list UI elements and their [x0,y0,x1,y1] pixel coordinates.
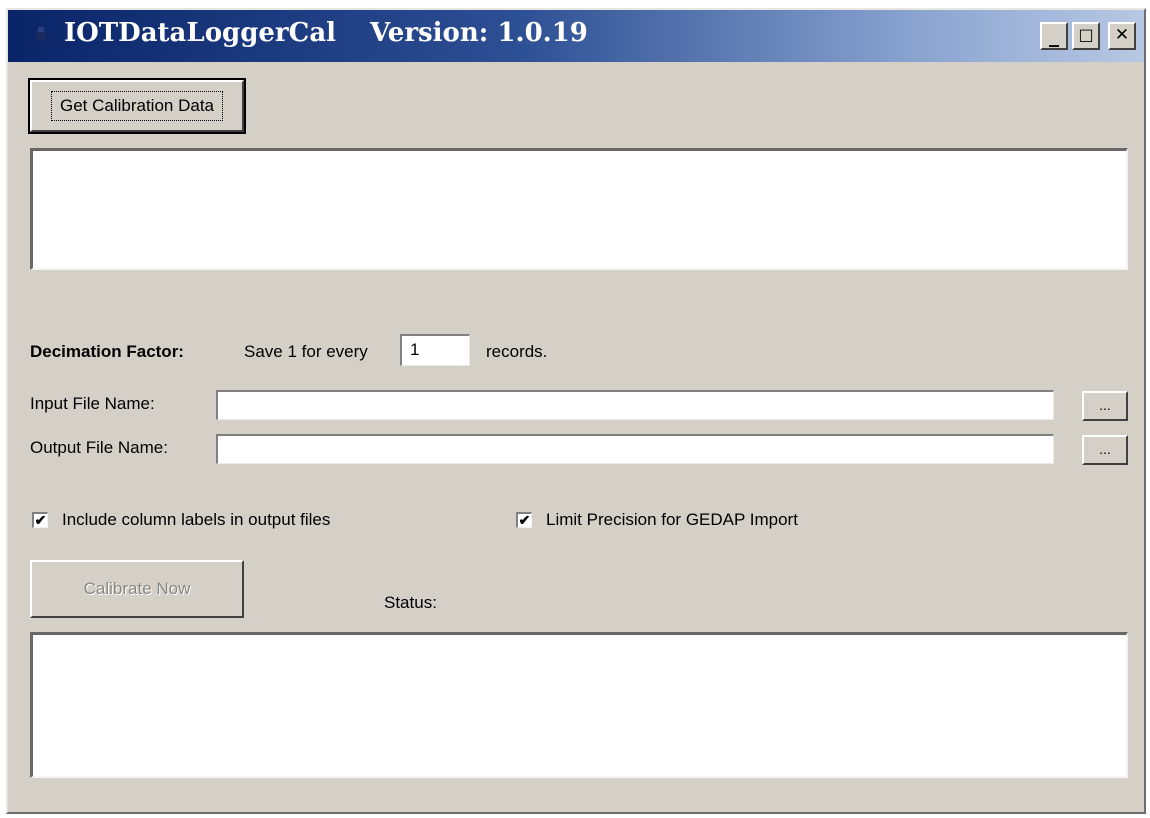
title-bar[interactable]: IOTDataLoggerCal Version: 1.0.19 _ □ ✕ [8,10,1144,62]
include-labels-checkbox[interactable]: ✔ [32,512,48,528]
status-box[interactable] [30,632,1128,778]
input-file-field[interactable] [216,390,1054,420]
minimize-icon: _ [1049,23,1059,47]
status-label: Status: [384,593,437,612]
app-icon [36,27,46,41]
close-icon: ✕ [1114,25,1130,45]
decimation-prefix-label: Save 1 for every [244,342,368,361]
checkmark-icon: ✔ [34,512,47,528]
get-calibration-data-button[interactable]: Get Calibration Data [28,78,246,134]
output-file-label: Output File Name: [30,438,168,457]
calibration-data-box[interactable] [30,148,1128,270]
app-title: IOTDataLoggerCal [64,18,337,48]
decimation-factor-label: Decimation Factor: [30,342,184,361]
input-file-label: Input File Name: [30,394,155,413]
calibrate-now-button[interactable]: Calibrate Now [30,560,244,618]
minimize-button[interactable]: _ [1040,22,1068,50]
limit-precision-checkbox[interactable]: ✔ [516,512,532,528]
maximize-icon: □ [1078,25,1094,44]
limit-precision-label[interactable]: Limit Precision for GEDAP Import [546,510,798,530]
output-file-browse-button[interactable]: ... [1082,435,1128,465]
get-calibration-data-label: Get Calibration Data [50,91,224,121]
maximize-button[interactable]: □ [1072,22,1100,50]
decimation-suffix-label: records. [486,342,548,361]
output-file-field[interactable] [216,434,1054,464]
input-file-browse-button[interactable]: ... [1082,391,1128,421]
decimation-factor-input[interactable]: 1 [400,334,470,366]
include-labels-label[interactable]: Include column labels in output files [62,510,330,530]
app-window: IOTDataLoggerCal Version: 1.0.19 _ □ ✕ G… [6,8,1146,814]
close-button[interactable]: ✕ [1108,22,1136,50]
checkmark-icon: ✔ [518,512,531,528]
app-version: Version: 1.0.19 [370,18,588,48]
